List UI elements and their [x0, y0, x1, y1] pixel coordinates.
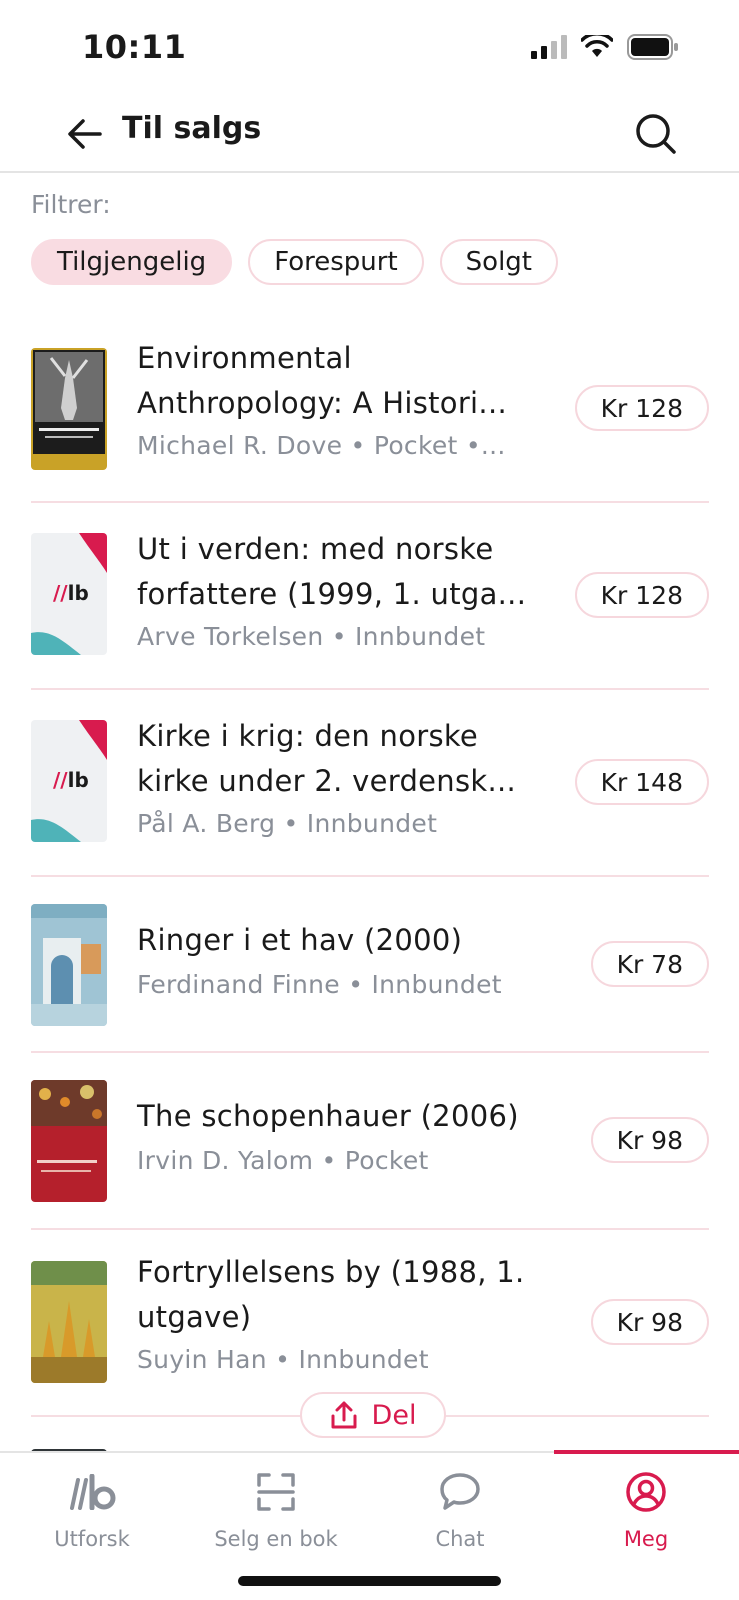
book-text: Environmental Anthropology: A Histori...…	[137, 336, 537, 466]
book-meta: Arve Torkelsen • Innbundet	[137, 622, 486, 651]
lb-logo-icon: //lb	[53, 768, 89, 792]
book-title: Ringer i et hav (2000)	[137, 923, 463, 957]
status-icons	[531, 34, 679, 60]
search-icon	[636, 114, 676, 154]
lb-logo-icon	[68, 1467, 116, 1517]
book-meta: Ferdinand Finne • Innbundet	[137, 970, 502, 999]
bottom-navigation: Utforsk Selg en bok Chat Meg	[0, 1450, 739, 1600]
search-button[interactable]	[629, 107, 683, 161]
book-row[interactable]: //lb Ut i verden: med norske forfattere …	[31, 503, 709, 690]
nav-tab-chat[interactable]: Chat	[368, 1467, 552, 1551]
book-row[interactable]: The schopenhauer (2006) Irvin D. Yalom •…	[31, 1053, 709, 1230]
scan-icon	[256, 1467, 296, 1517]
price-badge: Kr 148	[574, 759, 709, 805]
top-app-bar: Til salgs	[0, 95, 739, 173]
book-meta: Pål A. Berg • Innbundet	[137, 809, 438, 838]
nav-tab-selg-en-bok[interactable]: Selg en bok	[184, 1467, 368, 1551]
book-title: The schopenhauer (2006)	[137, 1099, 519, 1133]
cellular-signal-icon	[531, 35, 567, 59]
book-row[interactable]: Ringer i et hav (2000) Ferdinand Finne •…	[31, 877, 709, 1053]
price-badge: Kr 78	[590, 941, 709, 987]
nav-label: Utforsk	[54, 1527, 130, 1551]
book-list: Environmental Anthropology: A Histori...…	[31, 316, 709, 1571]
price-badge: Kr 98	[590, 1117, 709, 1163]
book-meta: Michael R. Dove • Pocket •...	[137, 431, 506, 460]
status-time: 10:11	[82, 28, 187, 66]
filter-label: Filtrer:	[31, 190, 111, 219]
share-label: Del	[371, 1399, 417, 1431]
book-cover	[31, 1080, 107, 1202]
book-cover-placeholder: //lb	[31, 720, 107, 842]
book-row[interactable]: Fortryllelsens by (1988, 1. utgave) Suyi…	[31, 1230, 709, 1417]
nav-label: Selg en bok	[214, 1527, 338, 1551]
filter-chip-tilgjengelig[interactable]: Tilgjengelig	[31, 239, 233, 285]
wifi-icon	[581, 35, 613, 57]
nav-tab-utforsk[interactable]: Utforsk	[0, 1467, 184, 1551]
book-text: Kirke i krig: den norske kirke under 2. …	[137, 714, 537, 844]
book-meta: Irvin D. Yalom • Pocket	[137, 1146, 429, 1175]
book-cover	[31, 904, 107, 1026]
share-icon	[331, 1401, 357, 1429]
book-title: Kirke i krig: den norske kirke under 2. …	[137, 719, 517, 798]
book-meta: Suyin Han • Innbundet	[137, 1345, 429, 1374]
page-title: Til salgs	[122, 111, 262, 146]
chat-bubble-icon	[439, 1467, 481, 1517]
price-badge: Kr 128	[574, 385, 709, 431]
book-text: Fortryllelsens by (1988, 1. utgave) Suyi…	[137, 1250, 537, 1380]
nav-tab-meg[interactable]: Meg	[554, 1467, 738, 1551]
book-text: Ut i verden: med norske forfattere (1999…	[137, 527, 537, 657]
book-cover	[31, 1261, 107, 1383]
book-title: Fortryllelsens by (1988, 1. utgave)	[137, 1255, 525, 1334]
nav-label: Chat	[435, 1527, 485, 1551]
lb-logo-icon: //lb	[53, 581, 89, 605]
filter-chip-solgt[interactable]: Solgt	[439, 239, 558, 285]
back-button[interactable]	[60, 109, 110, 159]
nav-label: Meg	[623, 1527, 669, 1551]
book-row[interactable]: Environmental Anthropology: A Histori...…	[31, 316, 709, 503]
book-text: The schopenhauer (2006) Irvin D. Yalom •…	[137, 1094, 537, 1181]
status-bar: 10:11	[0, 0, 739, 95]
arrow-left-icon	[68, 119, 102, 149]
price-badge: Kr 128	[574, 572, 709, 618]
book-title: Environmental Anthropology: A Histori...	[137, 341, 507, 420]
book-cover-placeholder: //lb	[31, 533, 107, 655]
active-tab-indicator	[554, 1450, 739, 1454]
filter-chip-forespurt[interactable]: Forespurt	[248, 239, 424, 285]
price-badge: Kr 98	[590, 1299, 709, 1345]
book-row[interactable]: //lb Kirke i krig: den norske kirke unde…	[31, 690, 709, 877]
filter-chips: Tilgjengelig Forespurt Solgt	[31, 239, 558, 285]
home-indicator	[238, 1576, 501, 1586]
share-button[interactable]: Del	[300, 1392, 446, 1438]
book-title: Ut i verden: med norske forfattere (1999…	[137, 532, 527, 611]
book-text: Ringer i et hav (2000) Ferdinand Finne •…	[137, 918, 537, 1005]
book-cover	[31, 348, 107, 470]
user-circle-icon	[625, 1467, 667, 1517]
battery-icon	[627, 34, 678, 60]
